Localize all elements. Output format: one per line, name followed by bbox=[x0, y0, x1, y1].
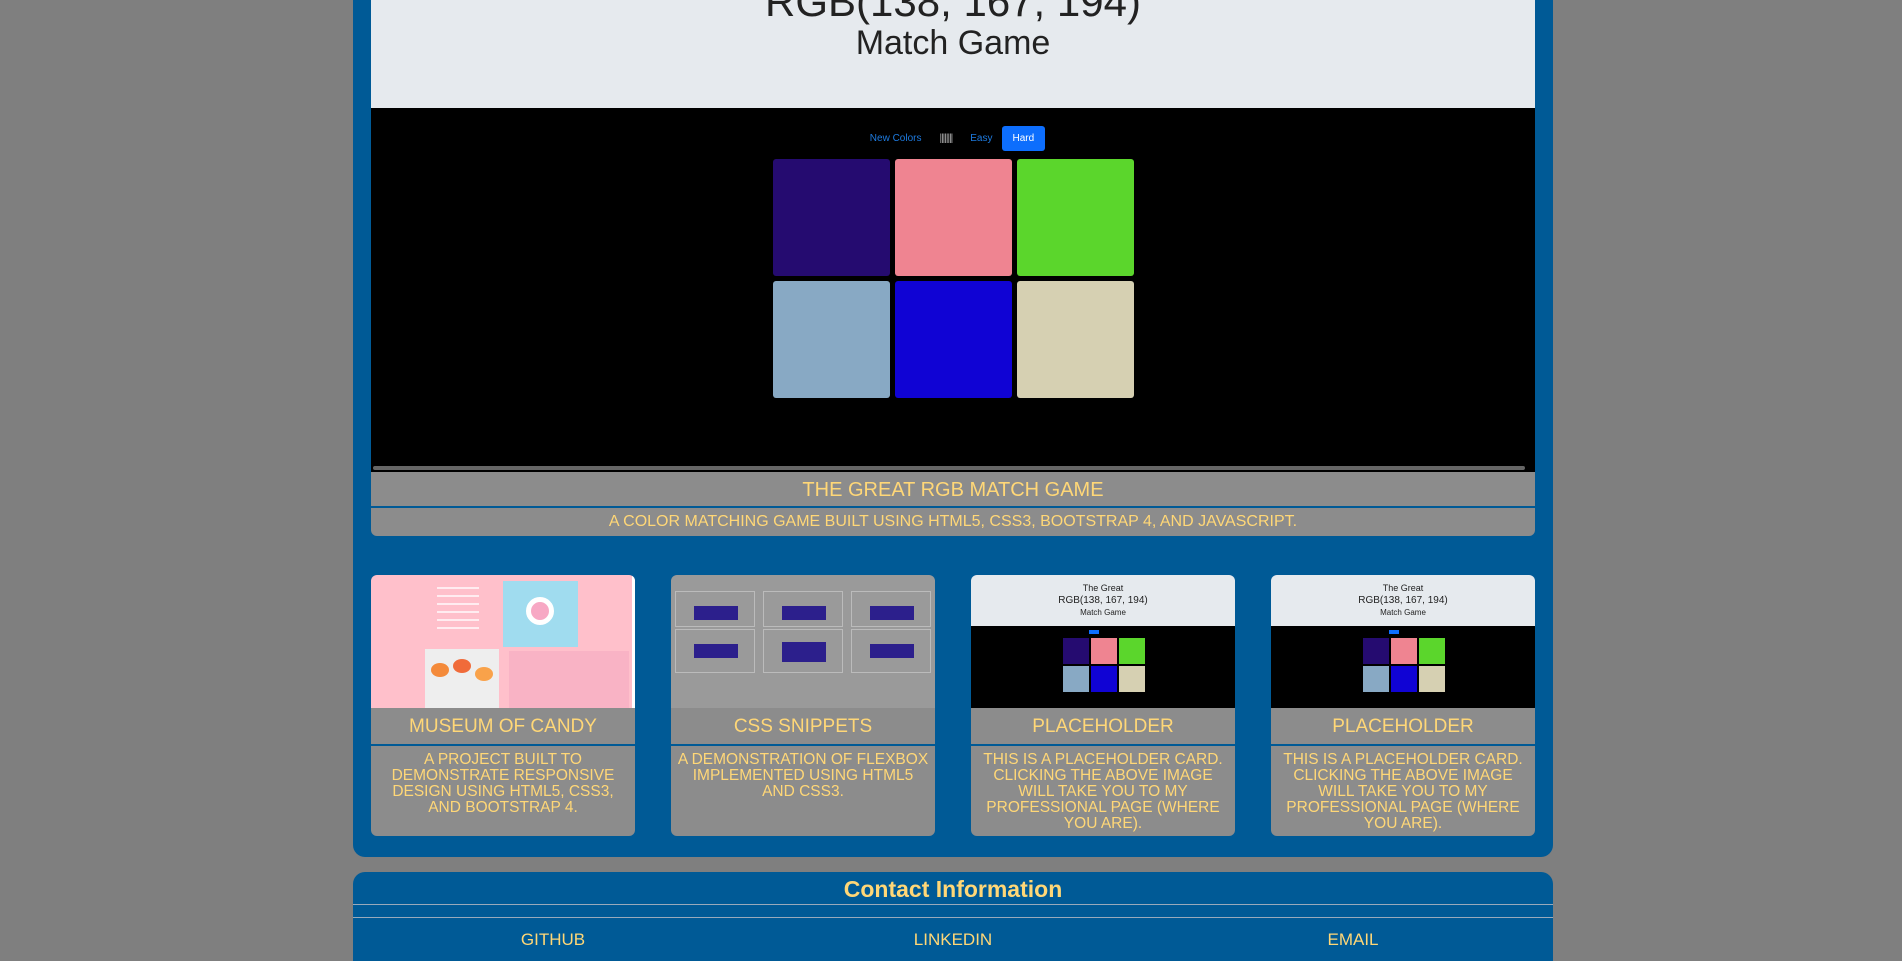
card-title: Placeholder bbox=[971, 708, 1235, 746]
mini-color-square bbox=[1363, 666, 1389, 692]
project-card-css[interactable]: CSS Snippets A demonstration of flexbox … bbox=[671, 575, 935, 836]
card-title: CSS Snippets bbox=[671, 708, 935, 746]
cupcake-icon bbox=[431, 663, 449, 677]
mini-color-square bbox=[1391, 638, 1417, 664]
color-square[interactable] bbox=[773, 281, 890, 398]
project-card-candy[interactable]: Museum of Candy A project built to demon… bbox=[371, 575, 635, 836]
featured-screenshot-header[interactable]: RGB(138, 167, 194) Match Game bbox=[371, 0, 1535, 108]
thumbnail-header: The Great RGB(138, 167, 194) Match Game bbox=[971, 575, 1235, 626]
game-rgb-heading: RGB(138, 167, 194) bbox=[765, 0, 1141, 25]
thumb-line: The Great bbox=[1382, 583, 1424, 593]
thumb-line: Match Game bbox=[1080, 608, 1126, 617]
donut-icon bbox=[526, 597, 554, 625]
color-square[interactable] bbox=[895, 281, 1012, 398]
linkedin-link[interactable]: LINKEDIN bbox=[753, 930, 1153, 950]
candy-thumbnail[interactable] bbox=[371, 575, 635, 708]
mini-color-square bbox=[1119, 666, 1145, 692]
mini-color-square bbox=[1419, 638, 1445, 664]
project-cards-row: Museum of Candy A project built to demon… bbox=[371, 575, 1535, 836]
snippet-box bbox=[763, 629, 843, 673]
mini-hard-button bbox=[1089, 630, 1099, 634]
game-subtitle: Match Game bbox=[855, 24, 1051, 62]
thumb-line: RGB(138, 167, 194) bbox=[1058, 595, 1148, 606]
color-square[interactable] bbox=[1017, 159, 1134, 276]
contact-heading: Contact Information bbox=[843, 876, 1063, 902]
new-colors-button[interactable]: New Colors bbox=[861, 126, 931, 151]
mini-squares bbox=[1363, 638, 1445, 692]
decoration bbox=[437, 587, 479, 635]
candy-text-block bbox=[509, 651, 629, 708]
thumb-line: The Great bbox=[1082, 583, 1124, 593]
mini-color-square bbox=[1091, 638, 1117, 664]
css-thumbnail[interactable] bbox=[671, 575, 935, 708]
decoration bbox=[632, 575, 635, 708]
mini-color-square bbox=[1063, 666, 1089, 692]
cupcake-icon bbox=[453, 659, 471, 673]
color-square[interactable] bbox=[773, 159, 890, 276]
mini-color-square bbox=[1091, 666, 1117, 692]
card-description: This is a placeholder card. Clicking the… bbox=[971, 746, 1235, 836]
thumbnail-game bbox=[971, 626, 1235, 708]
card-title: Museum of Candy bbox=[371, 708, 635, 746]
placeholder-thumbnail[interactable]: The Great RGB(138, 167, 194) Match Game bbox=[971, 575, 1235, 708]
mini-color-square bbox=[1119, 638, 1145, 664]
card-description: A project built to demonstrate responsiv… bbox=[371, 746, 635, 836]
projects-panel: RGB(138, 167, 194) Match Game New Colors… bbox=[353, 0, 1553, 857]
easy-button[interactable]: Easy bbox=[961, 126, 1001, 151]
divider bbox=[353, 917, 1553, 918]
project-card-placeholder[interactable]: The Great RGB(138, 167, 194) Match Game … bbox=[1271, 575, 1535, 836]
thumbnail-header: The Great RGB(138, 167, 194) Match Game bbox=[1271, 575, 1535, 626]
snippet-box bbox=[851, 591, 931, 627]
color-square[interactable] bbox=[895, 159, 1012, 276]
game-nav-bar: New Colors |||||||| Easy Hard bbox=[371, 126, 1535, 151]
snippet-box bbox=[763, 591, 843, 627]
featured-description: A color matching game built using HTML5,… bbox=[371, 508, 1535, 536]
cupcake-icon bbox=[475, 667, 493, 681]
snippet-box bbox=[675, 591, 755, 627]
featured-screenshot[interactable]: New Colors |||||||| Easy Hard bbox=[371, 108, 1535, 472]
color-squares-grid bbox=[773, 159, 1135, 398]
horizontal-scrollbar[interactable] bbox=[373, 466, 1525, 470]
thumb-line: RGB(138, 167, 194) bbox=[1358, 595, 1448, 606]
mini-color-square bbox=[1419, 666, 1445, 692]
contact-section: Contact Information GITHUB LINKEDIN EMAI… bbox=[353, 872, 1553, 961]
color-square[interactable] bbox=[1017, 281, 1134, 398]
thumb-line: Match Game bbox=[1380, 608, 1426, 617]
card-description: This is a placeholder card. Clicking the… bbox=[1271, 746, 1535, 836]
featured-title: The Great RGB Match Game bbox=[371, 472, 1535, 508]
mini-hard-button bbox=[1389, 630, 1399, 634]
hard-button[interactable]: Hard bbox=[1001, 126, 1046, 151]
mini-color-square bbox=[1391, 666, 1417, 692]
mini-color-square bbox=[1063, 638, 1089, 664]
card-title: Placeholder bbox=[1271, 708, 1535, 746]
mini-color-square bbox=[1363, 638, 1389, 664]
snippet-box bbox=[675, 629, 755, 673]
contact-links: GITHUB LINKEDIN EMAIL bbox=[353, 930, 1553, 950]
game-message: |||||||| bbox=[939, 133, 953, 144]
card-description: A demonstration of flexbox implemented u… bbox=[671, 746, 935, 836]
project-card-placeholder[interactable]: The Great RGB(138, 167, 194) Match Game … bbox=[971, 575, 1235, 836]
featured-project-card[interactable]: RGB(138, 167, 194) Match Game New Colors… bbox=[371, 0, 1535, 536]
thumbnail-heading bbox=[671, 578, 935, 586]
mini-squares bbox=[1063, 638, 1145, 692]
thumbnail-game bbox=[1271, 626, 1535, 708]
snippet-box bbox=[851, 629, 931, 673]
github-link[interactable]: GITHUB bbox=[353, 930, 753, 950]
placeholder-thumbnail[interactable]: The Great RGB(138, 167, 194) Match Game bbox=[1271, 575, 1535, 708]
email-link[interactable]: EMAIL bbox=[1153, 930, 1553, 950]
